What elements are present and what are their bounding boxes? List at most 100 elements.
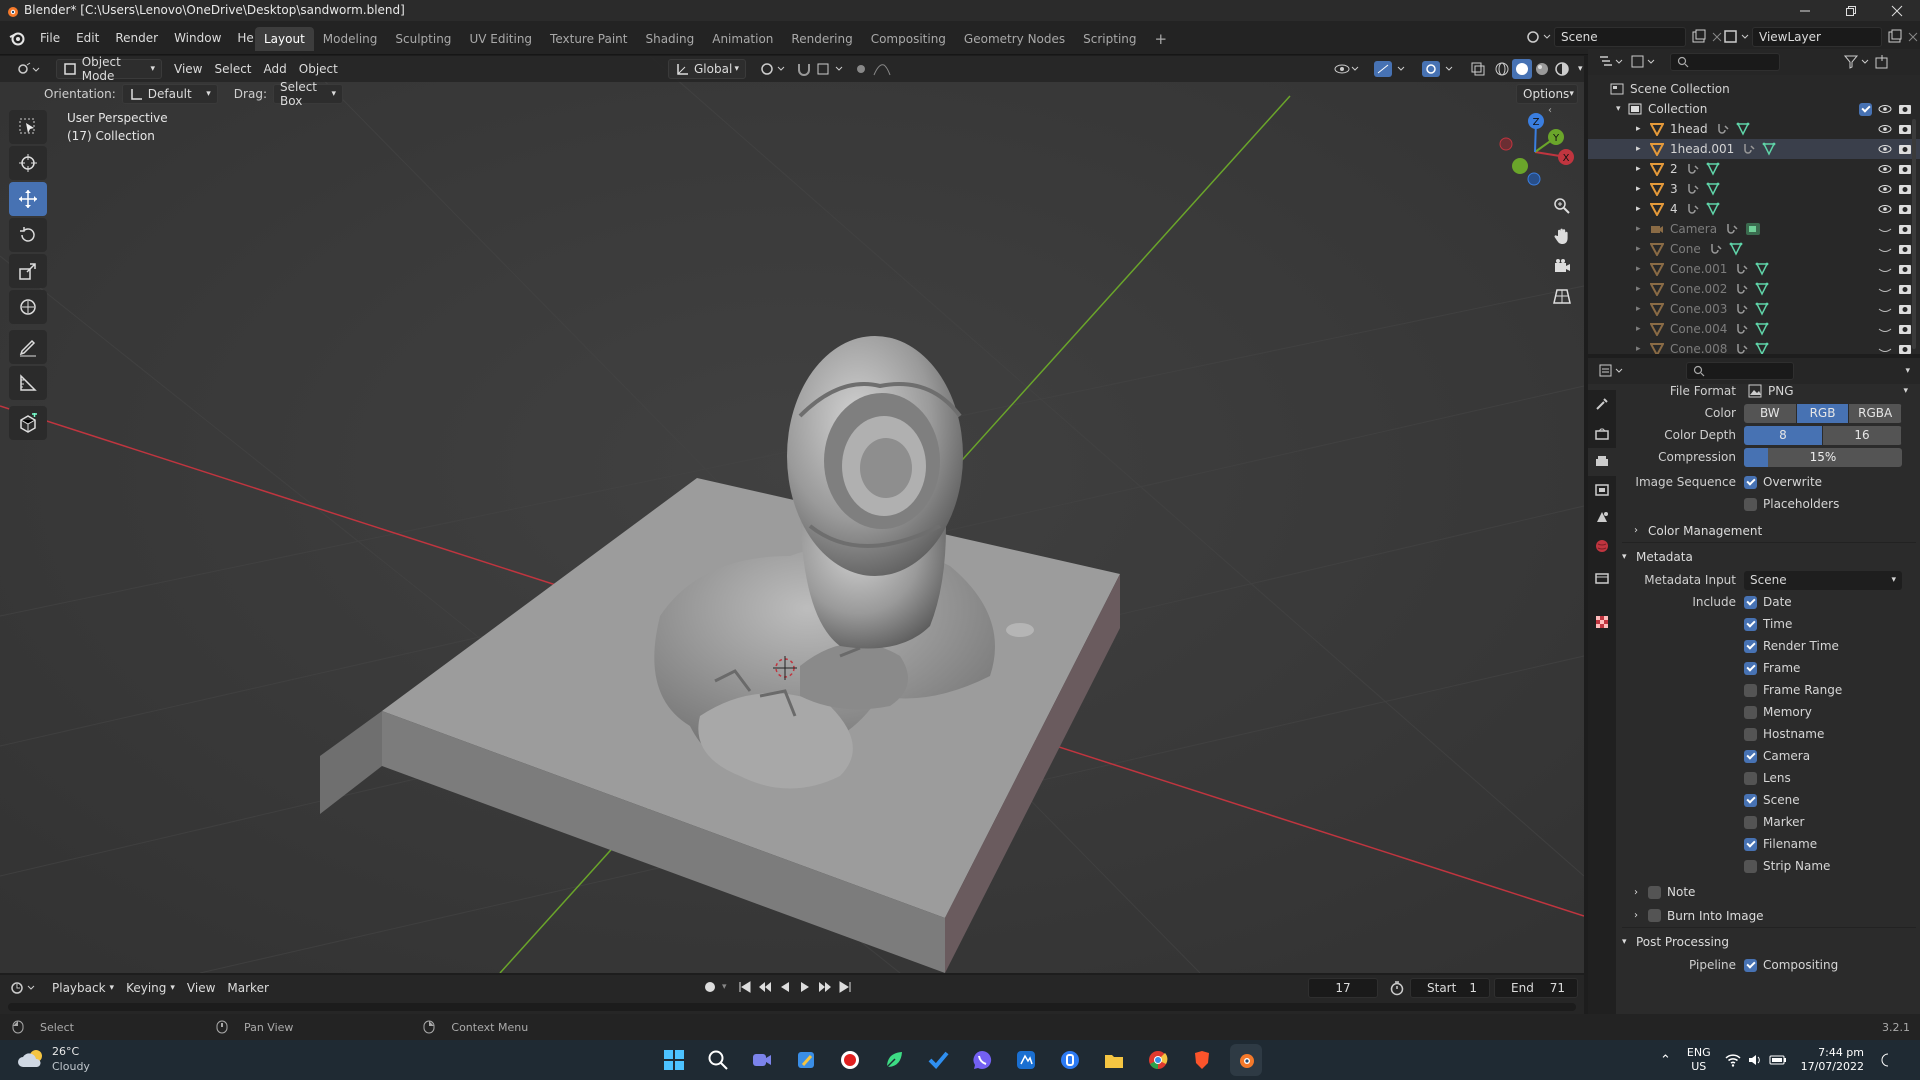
outliner-editor-icon[interactable] (1598, 54, 1624, 70)
eye-closed-icon[interactable] (1878, 222, 1892, 236)
editor-type-button[interactable] (10, 59, 48, 79)
tab-sculpting[interactable]: Sculpting (386, 27, 460, 51)
play-icon[interactable] (797, 979, 813, 995)
color-rgb-button[interactable]: RGB (1796, 403, 1850, 423)
current-frame-field[interactable]: 17 (1308, 978, 1378, 998)
camera-render-icon[interactable] (1898, 202, 1912, 216)
tab-scene[interactable] (1588, 504, 1616, 532)
eye-icon[interactable] (1878, 122, 1892, 136)
expand-arrow-icon[interactable]: ▸ (1636, 184, 1650, 194)
shading-wireframe-button[interactable] (1492, 59, 1512, 79)
camera-render-icon[interactable] (1898, 322, 1912, 336)
menu-file[interactable]: File (32, 26, 68, 50)
camera-render-icon[interactable] (1898, 242, 1912, 256)
collection-row[interactable]: ▾ Collection (1588, 99, 1920, 119)
orientation-dropdown[interactable]: Default ▾ (121, 84, 218, 104)
properties-search-input[interactable] (1686, 362, 1794, 380)
viewport-menu-select[interactable]: Select (208, 59, 257, 79)
tab-shading[interactable]: Shading (636, 27, 703, 51)
include-checkbox[interactable] (1744, 771, 1757, 785)
close-button[interactable] (1874, 0, 1920, 21)
eye-closed-icon[interactable] (1878, 262, 1892, 276)
include-checkbox[interactable] (1744, 859, 1757, 873)
tab-texture-paint[interactable]: Texture Paint (541, 27, 636, 51)
include-checkbox[interactable] (1744, 705, 1757, 719)
eye-icon[interactable] (1878, 162, 1892, 176)
drag-dropdown[interactable]: Select Box ▾ (272, 80, 343, 108)
visibility-button[interactable] (1328, 59, 1368, 79)
tab-modeling[interactable]: Modeling (314, 27, 387, 51)
add-cube-tool[interactable] (9, 406, 47, 440)
outliner-object-row[interactable]: ▸ 3 (1588, 179, 1920, 199)
outliner-object-row[interactable]: ▸ 1head (1588, 119, 1920, 139)
tab-tool[interactable] (1588, 390, 1616, 418)
search-taskbar-button[interactable] (702, 1044, 734, 1076)
scale-tool[interactable] (9, 254, 47, 288)
overlays-toggle-button[interactable] (1416, 59, 1464, 79)
app-button-bold[interactable] (1054, 1044, 1086, 1076)
expand-arrow-icon[interactable]: ▸ (1636, 144, 1650, 154)
note-checkbox[interactable] (1648, 885, 1661, 899)
next-keyframe-icon[interactable] (817, 979, 833, 995)
maximize-button[interactable] (1828, 0, 1874, 21)
app-button-recorder[interactable] (834, 1044, 866, 1076)
end-frame-field[interactable]: End 71 (1494, 978, 1578, 998)
eye-closed-icon[interactable] (1878, 302, 1892, 316)
wifi-icon[interactable] (1725, 1052, 1741, 1068)
depth-8-button[interactable]: 8 (1744, 425, 1823, 445)
outliner-object-row[interactable]: ▸ Cone (1588, 239, 1920, 259)
placeholders-checkbox[interactable] (1744, 497, 1757, 511)
clock[interactable]: 7:44 pm 17/07/2022 (1801, 1046, 1864, 1074)
camera-render-icon[interactable] (1898, 102, 1912, 116)
include-checkbox[interactable] (1744, 793, 1757, 807)
tab-render[interactable] (1588, 420, 1616, 448)
expand-arrow-icon[interactable]: ▸ (1636, 204, 1650, 214)
viewport-menu-view[interactable]: View (168, 59, 208, 79)
outliner-object-row[interactable]: ▸ 4 (1588, 199, 1920, 219)
volume-icon[interactable] (1747, 1052, 1763, 1068)
minimize-button[interactable] (1782, 0, 1828, 21)
timeline-editor-icon[interactable] (10, 980, 38, 996)
expand-arrow-icon[interactable]: ▸ (1636, 264, 1650, 274)
new-view-layer-icon[interactable] (1886, 28, 1904, 46)
outliner-object-row[interactable]: ▸ 1head.001 (1588, 139, 1920, 159)
camera-render-icon[interactable] (1898, 142, 1912, 156)
tab-uv-editing[interactable]: UV Editing (460, 27, 541, 51)
outliner-object-row[interactable]: ▸ Cone.008 (1588, 339, 1920, 354)
camera-render-icon[interactable] (1898, 342, 1912, 354)
notification-moon-icon[interactable] (1878, 1052, 1894, 1068)
measure-tool[interactable] (9, 366, 47, 400)
expand-arrow-icon[interactable]: ▸ (1636, 284, 1650, 294)
pan-button[interactable] (1547, 221, 1577, 251)
outliner-search-input[interactable] (1670, 53, 1780, 71)
camera-render-icon[interactable] (1898, 182, 1912, 196)
outliner-scrollbar[interactable] (1912, 119, 1916, 349)
burn-into-image-checkbox[interactable] (1648, 909, 1661, 922)
outliner-object-row[interactable]: ▸ Cone.003 (1588, 299, 1920, 319)
app-button-viber[interactable] (966, 1044, 998, 1076)
teams-chat-button[interactable] (746, 1044, 778, 1076)
eye-icon[interactable] (1878, 142, 1892, 156)
include-checkbox[interactable] (1744, 595, 1757, 609)
new-collection-icon[interactable] (1874, 54, 1890, 70)
expand-arrow-icon[interactable]: ▸ (1636, 164, 1650, 174)
camera-render-icon[interactable] (1898, 122, 1912, 136)
language-indicator[interactable]: ENG US (1687, 1046, 1711, 1074)
overwrite-checkbox[interactable] (1744, 475, 1757, 489)
timeline-menu-view[interactable]: View (181, 978, 221, 998)
scene-collection-row[interactable]: Scene Collection (1588, 79, 1920, 99)
move-tool[interactable] (9, 182, 47, 216)
camera-render-icon[interactable] (1898, 222, 1912, 236)
timeline-menu-marker[interactable]: Marker (221, 978, 274, 998)
jump-start-icon[interactable] (737, 979, 753, 995)
menu-window[interactable]: Window (166, 26, 229, 50)
view-layer-field[interactable]: ViewLayer (1752, 27, 1882, 47)
file-format-dropdown[interactable]: PNG ▾ (1744, 382, 1908, 401)
include-checkbox[interactable] (1744, 837, 1757, 851)
tab-texture[interactable] (1588, 608, 1616, 636)
metadata-panel[interactable]: ▾ Metadata (1622, 545, 1916, 569)
camera-render-icon[interactable] (1898, 162, 1912, 176)
app-button-todo[interactable] (922, 1044, 954, 1076)
shading-material-button[interactable] (1532, 59, 1552, 79)
camera-render-icon[interactable] (1898, 262, 1912, 276)
